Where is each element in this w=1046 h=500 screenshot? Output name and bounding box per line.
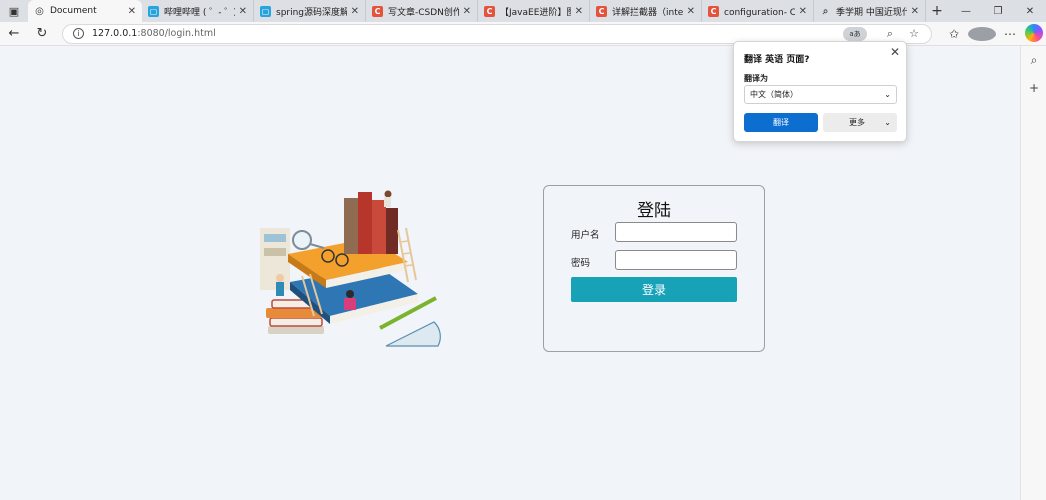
tab-history[interactable]: ⌕ 季学期 中国近现代史纲 ✕ [814,0,926,22]
translate-button[interactable]: 翻译 [744,113,818,132]
translate-icon[interactable]: aあ [843,26,867,41]
favorite-star-icon[interactable]: ☆ [905,27,923,40]
search-icon[interactable]: ⌕ [1021,46,1046,74]
username-label: 用户名 [571,230,600,241]
tab-title: configuration- CSDN搜 [724,7,795,18]
bilibili-icon: ▢ [260,5,271,17]
login-title: 登陆 [637,201,671,221]
books-illustration-icon [260,190,441,347]
tab-title: 【JavaEE进阶】图书管 [500,7,571,18]
tab-interceptor[interactable]: C 详解拦截器（intercepto ✕ [590,0,702,22]
csdn-icon: C [372,5,383,17]
tab-document[interactable]: ◎ Document ✕ [28,0,142,22]
window-controls: — ❐ ✕ [950,0,1046,22]
profile-avatar[interactable] [968,26,996,41]
more-menu-icon[interactable]: ⋯ [996,27,1024,41]
tab-configuration[interactable]: C configuration- CSDN搜 ✕ [702,0,814,22]
tab-spring[interactable]: ▢ spring源码深度解析-嘿 ✕ [254,0,366,22]
csdn-icon: C [484,5,495,17]
back-icon[interactable]: ← [0,23,28,45]
tab-title: 写文章-CSDN创作中心 [388,7,459,18]
globe-icon: ◎ [35,5,44,17]
tab-title: Document [50,6,97,16]
more-button[interactable]: 更多 ⌄ [823,113,897,132]
browser-sidebar: ⌕ + [1020,46,1046,500]
chevron-down-icon: ⌄ [884,90,891,99]
close-tab-icon[interactable]: ✕ [799,6,807,17]
copilot-icon[interactable] [1025,24,1043,42]
csdn-icon: C [596,5,607,17]
tab-bilibili[interactable]: ▢ 哔哩哔哩 ( ゜- ゜)つロ ✕ [142,0,254,22]
new-tab-icon[interactable]: + [926,0,948,22]
tab-title: 季学期 中国近现代史纲 [836,7,907,18]
search-icon: ⌕ [822,5,829,17]
url-path: :8080/login.html [137,28,216,39]
tab-csdn-write[interactable]: C 写文章-CSDN创作中心 ✕ [366,0,478,22]
bilibili-icon: ▢ [148,5,159,17]
refresh-icon[interactable]: ↻ [28,23,56,45]
tab-title: spring源码深度解析-嘿 [276,7,347,18]
chevron-down-icon: ⌄ [884,118,891,127]
tab-strip: ▣ ◎ Document ✕ ▢ 哔哩哔哩 ( ゜- ゜)つロ ✕ ▢ spri… [0,0,1046,22]
tab-title: 哔哩哔哩 ( ゜- ゜)つロ [164,7,235,18]
close-tab-icon[interactable]: ✕ [575,6,583,17]
username-input[interactable] [615,222,737,242]
minimize-icon[interactable]: — [950,0,982,22]
close-tab-icon[interactable]: ✕ [911,6,919,17]
password-label: 密码 [571,258,591,269]
tab-title: 详解拦截器（intercepto [612,7,683,18]
translate-popup-title: 翻译 英语 页面? [744,55,810,65]
translate-popup: 翻译 英语 页面? ✕ 翻译为 中文（简体） ⌄ 翻译 更多 ⌄ [733,41,907,142]
close-tab-icon[interactable]: ✕ [239,6,247,17]
csdn-icon: C [708,5,719,17]
url-host: 127.0.0.1 [92,28,138,39]
close-tab-icon[interactable]: ✕ [463,6,471,17]
target-language-value: 中文（简体） [750,90,798,99]
password-input[interactable] [615,250,737,270]
tab-javaee[interactable]: C 【JavaEE进阶】图书管 ✕ [478,0,590,22]
add-sidebar-icon[interactable]: + [1021,74,1046,102]
tab-actions-icon[interactable]: ▣ [0,0,28,22]
close-tab-icon[interactable]: ✕ [351,6,359,17]
login-button[interactable]: 登录 [571,277,737,302]
target-language-label: 翻译为 [744,74,768,83]
zoom-icon[interactable]: ⌕ [881,27,899,41]
favorites-icon[interactable]: ✩ [940,27,968,41]
close-tab-icon[interactable]: ✕ [128,6,136,17]
close-tab-icon[interactable]: ✕ [687,6,695,17]
site-info-icon[interactable]: i [73,28,84,39]
close-window-icon[interactable]: ✕ [1014,0,1046,22]
restore-icon[interactable]: ❐ [982,0,1014,22]
close-icon[interactable]: ✕ [890,45,900,59]
more-button-label: 更多 [849,118,865,127]
target-language-select[interactable]: 中文（简体） ⌄ [744,85,897,104]
login-card: 登陆 用户名 密码 登录 [543,185,765,352]
